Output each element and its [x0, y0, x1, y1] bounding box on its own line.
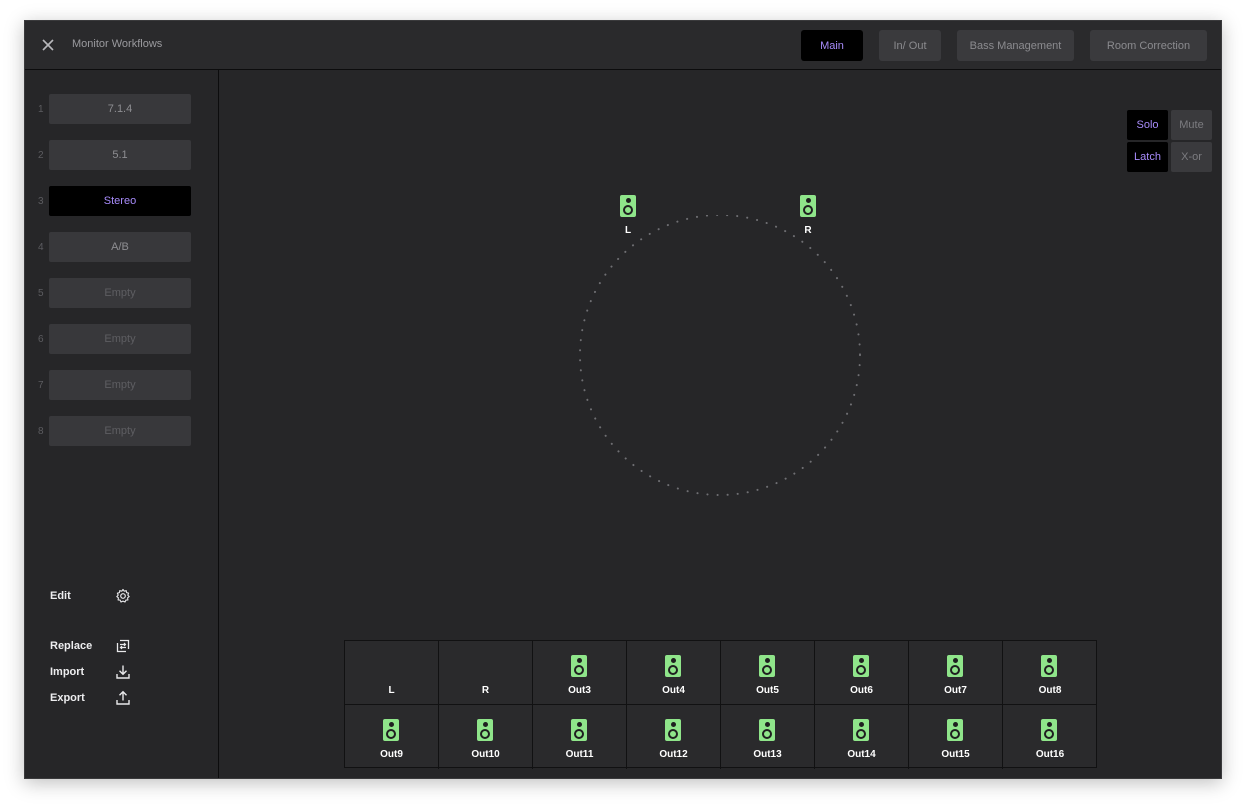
output-label: L	[388, 685, 395, 696]
slot-number: 5	[38, 288, 44, 299]
speaker-icon	[1041, 719, 1057, 741]
output-cell[interactable]: Out15	[909, 705, 1003, 769]
gear-icon[interactable]	[115, 588, 131, 604]
output-label: Out5	[756, 685, 779, 696]
output-label: Out4	[662, 685, 685, 696]
output-label: Out16	[1035, 749, 1065, 760]
tab-room-correction[interactable]: Room Correction	[1090, 30, 1207, 61]
output-label: Out11	[565, 749, 594, 760]
speaker-icon	[477, 719, 493, 741]
tab-bass-management[interactable]: Bass Management	[957, 30, 1074, 61]
slot-number: 7	[38, 380, 44, 391]
slot-button-3[interactable]: Stereo	[49, 186, 191, 216]
output-label: Out14	[847, 749, 876, 760]
speaker-icon	[1041, 655, 1057, 677]
output-cell[interactable]: Out3	[533, 641, 627, 705]
speaker-right-icon[interactable]	[800, 195, 816, 217]
speaker-icon	[759, 655, 775, 677]
output-label: R	[481, 685, 490, 696]
tab-in-out[interactable]: In/ Out	[879, 30, 941, 61]
output-label: Out13	[753, 749, 782, 760]
slot-button-8[interactable]: Empty	[49, 416, 191, 446]
download-icon[interactable]	[115, 664, 131, 680]
speaker-left-icon[interactable]	[620, 195, 636, 217]
output-cell[interactable]: Out14	[815, 705, 909, 769]
output-label: Out12	[659, 749, 688, 760]
solo-button[interactable]: Solo	[1127, 110, 1168, 140]
slot-number: 1	[38, 104, 44, 115]
edit-button[interactable]: Edit	[50, 590, 71, 602]
close-icon[interactable]	[39, 36, 57, 54]
speaker-icon	[853, 655, 869, 677]
output-cell[interactable]: Out4	[627, 641, 721, 705]
speaker-right-label: R	[804, 225, 812, 236]
slot-number: 8	[38, 426, 44, 437]
output-label: Out10	[471, 749, 500, 760]
speaker-icon	[571, 719, 587, 741]
output-cell[interactable]: Out6	[815, 641, 909, 705]
slot-number: 2	[38, 150, 44, 161]
output-cell[interactable]: L	[345, 641, 439, 705]
speaker-icon	[571, 655, 587, 677]
slot-button-6[interactable]: Empty	[49, 324, 191, 354]
output-label: Out8	[1038, 685, 1062, 696]
slot-button-4[interactable]: A/B	[49, 232, 191, 262]
speaker-icon	[853, 719, 869, 741]
output-cell[interactable]: Out5	[721, 641, 815, 705]
output-label: Out6	[850, 685, 873, 696]
speaker-left-label: L	[624, 225, 632, 236]
output-label: Out7	[944, 685, 967, 696]
slot-number: 3	[38, 196, 44, 207]
upload-icon[interactable]	[115, 690, 131, 706]
import-button[interactable]: Import	[50, 666, 84, 678]
output-cell[interactable]: R	[439, 641, 533, 705]
monitor-workflows-window: Monitor Workflows Main In/ Out Bass Mana…	[24, 20, 1222, 779]
output-cell[interactable]: Out7	[909, 641, 1003, 705]
slot-button-7[interactable]: Empty	[49, 370, 191, 400]
output-label: Out9	[380, 749, 403, 760]
output-cell[interactable]: Out13	[721, 705, 815, 769]
output-label: Out3	[568, 685, 591, 696]
speaker-icon	[947, 655, 963, 677]
replace-button[interactable]: Replace	[50, 640, 92, 652]
slot-number: 4	[38, 242, 44, 253]
output-grid: L R Out3 Out4 Out5 Out6 Out7 Out8 Out9 Out10 Out11…	[344, 640, 1097, 769]
replace-icon[interactable]	[115, 638, 131, 654]
mute-button[interactable]: Mute	[1171, 110, 1212, 140]
output-cell[interactable]: Out12	[627, 705, 721, 769]
speaker-icon	[665, 719, 681, 741]
speaker-layout-circle	[579, 215, 861, 496]
latch-button[interactable]: Latch	[1127, 142, 1168, 172]
slot-number: 6	[38, 334, 44, 345]
slot-button-5[interactable]: Empty	[49, 278, 191, 308]
title-bar: Monitor Workflows Main In/ Out Bass Mana…	[25, 21, 1221, 70]
tab-main[interactable]: Main	[801, 30, 863, 61]
slot-button-1[interactable]: 7.1.4	[49, 94, 191, 124]
speaker-icon	[383, 719, 399, 741]
speaker-icon	[759, 719, 775, 741]
output-cell[interactable]: Out8	[1003, 641, 1097, 705]
output-cell[interactable]: Out16	[1003, 705, 1097, 769]
speaker-icon	[947, 719, 963, 741]
speaker-icon	[665, 655, 681, 677]
window-title: Monitor Workflows	[72, 38, 163, 50]
output-cell[interactable]: Out11	[533, 705, 627, 769]
xor-button[interactable]: X-or	[1171, 142, 1212, 172]
sidebar: 1 7.1.4 2 5.1 3 Stereo 4 A/B 5 Empty 6 E…	[25, 70, 219, 778]
output-label: Out15	[941, 749, 970, 760]
slot-button-2[interactable]: 5.1	[49, 140, 191, 170]
export-button[interactable]: Export	[50, 692, 85, 704]
output-cell[interactable]: Out9	[345, 705, 439, 769]
output-cell[interactable]: Out10	[439, 705, 533, 769]
